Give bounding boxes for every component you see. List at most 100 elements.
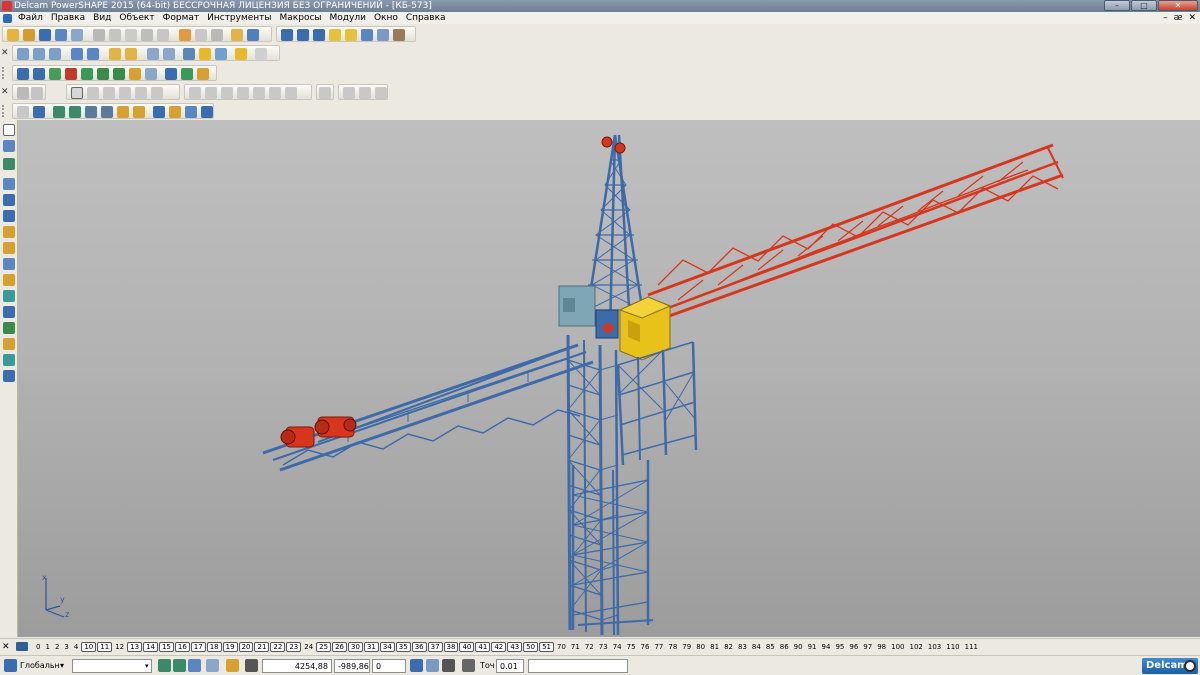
surface-select-icon[interactable] (71, 87, 83, 99)
level-85[interactable]: 85 (764, 643, 777, 651)
level-40[interactable]: 40 (459, 641, 475, 652)
zoom-out-icon[interactable] (125, 48, 137, 60)
solid-sphere-icon[interactable] (65, 68, 77, 80)
level-16[interactable]: 16 (174, 641, 190, 652)
level-51[interactable]: 51 (539, 641, 554, 652)
level-31[interactable]: 31 (363, 641, 379, 652)
solid-fillet-icon[interactable] (129, 68, 141, 80)
level-18[interactable]: 18 (206, 641, 222, 652)
level-102[interactable]: 102 (908, 643, 925, 651)
level-21[interactable]: 21 (254, 641, 270, 652)
mate-icon[interactable] (153, 106, 165, 118)
level-14[interactable]: 14 (143, 641, 158, 652)
select-icon[interactable] (247, 29, 259, 41)
workplane-label[interactable]: Глобальн (20, 659, 60, 673)
workplane-dropdown-arrow[interactable]: ▾ (60, 659, 64, 673)
level-3[interactable]: 3 (62, 643, 70, 651)
print-icon[interactable] (55, 29, 67, 41)
level-94[interactable]: 94 (820, 643, 833, 651)
solid-tree-icon[interactable] (181, 68, 193, 80)
text-tool-icon[interactable] (3, 306, 15, 318)
level-10[interactable]: 10 (81, 641, 97, 652)
axis-icon[interactable] (33, 106, 45, 118)
menu-help[interactable]: Справка (402, 12, 450, 24)
level-1[interactable]: 1 (43, 643, 51, 651)
level-2[interactable]: 2 (53, 643, 61, 651)
level-76[interactable]: 76 (639, 643, 652, 651)
level-13[interactable]: 13 (127, 641, 143, 652)
snap-icon[interactable] (188, 659, 201, 672)
level-4[interactable]: 4 (72, 643, 80, 651)
level-12[interactable]: 12 (113, 643, 126, 651)
level-86[interactable]: 86 (778, 643, 791, 651)
level-71[interactable]: 71 (569, 643, 582, 651)
minimize-button[interactable]: – (1104, 0, 1130, 11)
workplane-status-icon[interactable] (4, 659, 17, 672)
curve-icon[interactable] (329, 29, 341, 41)
library-icon[interactable] (117, 106, 129, 118)
menu-view[interactable]: Вид (89, 12, 115, 24)
cut-icon[interactable] (93, 29, 105, 41)
level-78[interactable]: 78 (666, 643, 679, 651)
level-24[interactable]: 24 (302, 643, 315, 651)
toolbar-grip[interactable] (2, 105, 8, 117)
lathe-tool-icon[interactable] (3, 354, 15, 366)
powershape-app-icon[interactable] (2, 1, 12, 11)
zoom-fit-icon[interactable] (147, 48, 159, 60)
level-20[interactable]: 20 (238, 641, 254, 652)
zoom-in-icon[interactable] (109, 48, 121, 60)
calculator-icon[interactable] (426, 659, 439, 672)
analysis-tool-icon[interactable] (3, 370, 15, 382)
preview-icon[interactable] (71, 29, 83, 41)
hatch-tool-icon[interactable] (3, 322, 15, 334)
view-iso2-icon[interactable] (87, 48, 99, 60)
level-35[interactable]: 35 (395, 641, 411, 652)
level-75[interactable]: 75 (625, 643, 638, 651)
search-icon[interactable] (231, 29, 243, 41)
view-iso1-icon[interactable] (71, 48, 83, 60)
level-103[interactable]: 103 (926, 643, 943, 651)
level-50[interactable]: 50 (523, 641, 539, 652)
level-83[interactable]: 83 (736, 643, 749, 651)
level-icon[interactable] (3, 158, 15, 170)
menu-format[interactable]: Формат (159, 12, 204, 24)
mesh-tool-icon[interactable] (3, 258, 15, 270)
units-icon[interactable] (442, 659, 455, 672)
name-field[interactable] (72, 659, 152, 673)
mdi-close-button[interactable]: ✕ (1188, 12, 1196, 24)
solid-torus-icon[interactable] (81, 68, 93, 80)
level-73[interactable]: 73 (597, 643, 610, 651)
view-front-icon[interactable] (33, 48, 45, 60)
rotate-icon[interactable] (183, 48, 195, 60)
level-41[interactable]: 41 (475, 641, 491, 652)
tolerance-field[interactable]: 0.01 (496, 659, 524, 673)
delete-icon[interactable] (157, 29, 169, 41)
shading-icon[interactable] (199, 48, 211, 60)
solid-revolve-icon[interactable] (113, 68, 125, 80)
solid-extrude-icon[interactable] (97, 68, 109, 80)
level-25[interactable]: 25 (316, 641, 332, 652)
repeat-icon[interactable] (211, 29, 223, 41)
intelligent-cursor-icon[interactable] (206, 659, 219, 672)
toolbar-grip[interactable] (2, 67, 8, 79)
wireframe-icon[interactable] (215, 48, 227, 60)
view-side-icon[interactable] (49, 48, 61, 60)
level-72[interactable]: 72 (583, 643, 596, 651)
solid-icon[interactable] (361, 29, 373, 41)
assembly-icon[interactable] (377, 29, 389, 41)
surface-tool-icon[interactable] (3, 210, 15, 222)
surface-icon[interactable] (345, 29, 357, 41)
level-43[interactable]: 43 (507, 641, 523, 652)
solid-boolean-icon[interactable] (145, 68, 157, 80)
component-move-icon[interactable] (85, 106, 97, 118)
toolbar-close-icon[interactable]: ✕ (1, 48, 9, 58)
solid-block-icon[interactable] (17, 68, 29, 80)
level-81[interactable]: 81 (708, 643, 721, 651)
graphics-viewport[interactable]: x y z (18, 120, 1200, 637)
mdi-restore-button[interactable]: ᴂ (1174, 12, 1183, 24)
menu-object[interactable]: Объект (115, 12, 158, 24)
level-15[interactable]: 15 (158, 641, 174, 652)
level-74[interactable]: 74 (611, 643, 624, 651)
electrode-tool-icon[interactable] (3, 274, 15, 286)
zoom-box-icon[interactable] (163, 48, 175, 60)
